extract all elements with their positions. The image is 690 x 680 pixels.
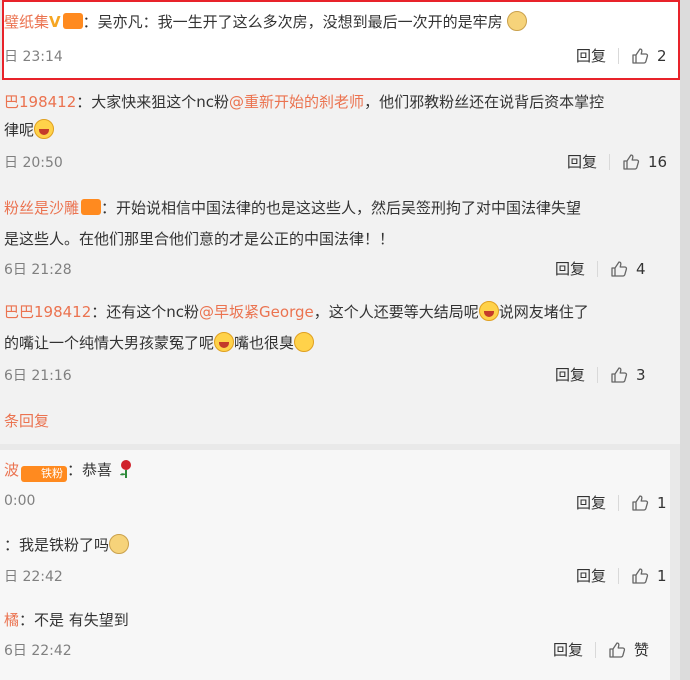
iron-fan-badge: 铁粉 [21, 466, 68, 482]
comment-line: 璧纸集V ：吴亦凡：我一生开了这么多次房，没想到最后一次开的是牢房 [4, 10, 528, 34]
like-thumb-icon[interactable] [608, 641, 626, 659]
mention-link[interactable]: @重新开始的刹老师 [229, 93, 364, 111]
username[interactable]: 波 [4, 461, 19, 479]
comment-text: 开始说相信中国法律的也是这这些人，然后吴签刑拘了对中国法律失望 [116, 199, 582, 217]
reply-actions: 回复 1 [576, 565, 667, 586]
comment-line: 巴198412：大家快来狙这个nc粉@重新开始的刹老师，他们邪教粉丝还在说背后资… [4, 93, 605, 111]
reply-time: 日 22:42 [4, 569, 63, 585]
reply-line: ：我是铁粉了吗 [4, 533, 130, 557]
reply-button[interactable]: 回复 [576, 565, 606, 586]
comment-time: 日 20:50 [4, 155, 63, 171]
like-thumb-icon[interactable] [622, 153, 640, 171]
fan-badge-icon [62, 13, 83, 29]
dog-face-emoji-icon [507, 11, 528, 31]
vip-icon: V [49, 13, 61, 31]
like-thumb-icon[interactable] [610, 260, 628, 278]
reply-text: 恭喜 [82, 461, 113, 479]
laughing-emoji-icon [478, 301, 499, 321]
like-count: 4 [636, 259, 646, 278]
reply-text: 不是 有失望到 [34, 611, 129, 629]
laughing-emoji-icon [214, 332, 235, 352]
comment-line-2: 是这些人。在他们那里合他们意的才是公正的中国法律！！ [4, 230, 395, 248]
mention-link[interactable]: @早坂紧George [199, 303, 314, 321]
username[interactable]: 橘 [4, 611, 19, 629]
username[interactable]: 巴巴198412 [4, 303, 91, 321]
reply-actions: 回复 赞 [553, 639, 649, 660]
like-count: 1 [657, 566, 667, 585]
reply-time: 0:00 [4, 493, 36, 509]
reply-text: 我是铁粉了吗 [19, 536, 110, 554]
more-replies-row [0, 400, 690, 444]
reply-button[interactable]: 回复 [555, 258, 585, 279]
reply-line: 橘：不是 有失望到 [4, 611, 129, 629]
comment-actions: 回复 3 [555, 364, 646, 385]
reply-actions: 回复 1 [576, 492, 667, 513]
comment-line: 粉丝是沙雕 ：开始说相信中国法律的也是这这些人，然后吴签刑拘了对中国法律失望 [4, 199, 582, 217]
reply-button[interactable]: 回复 [576, 492, 606, 513]
like-count: 1 [657, 493, 667, 512]
username[interactable]: 粉丝是沙雕 [4, 199, 79, 217]
comment-text: 吴亦凡：我一生开了这么多次房，没想到最后一次开的是牢房 [97, 13, 503, 31]
like-count: 16 [648, 152, 668, 171]
reply-button[interactable]: 回复 [576, 45, 606, 66]
rose-emoji-icon [119, 460, 131, 478]
comment-line: 巴巴198412：还有这个nc粉@早坂紧George，这个人还要等大结局呢 说网友… [4, 301, 589, 321]
reply-time: 6日 22:42 [4, 643, 72, 659]
reply-line: 波铁粉 ：恭喜 [4, 458, 135, 482]
comment-text: 大家快来狙这个nc粉 [91, 93, 230, 111]
comment-time: 6日 21:16 [4, 368, 72, 384]
like-thumb-icon[interactable] [610, 366, 628, 384]
reply-button[interactable]: 回复 [567, 151, 597, 172]
username[interactable]: 巴198412 [4, 93, 76, 111]
like-count: 3 [636, 365, 646, 384]
reply-button[interactable]: 回复 [555, 364, 585, 385]
like-count: 2 [657, 46, 667, 65]
more-replies-link[interactable]: 条回复 [4, 410, 49, 431]
dog-face-emoji-icon [109, 534, 130, 554]
comment-text: 还有这个nc粉 [106, 303, 200, 321]
comment-time: 6日 21:28 [4, 262, 72, 278]
like-thumb-icon[interactable] [631, 494, 649, 512]
like-thumb-icon[interactable] [631, 47, 649, 65]
reply-button[interactable]: 回复 [553, 639, 583, 660]
scared-face-emoji-icon [294, 332, 315, 352]
fan-badge-icon [81, 199, 102, 215]
like-thumb-icon[interactable] [631, 567, 649, 585]
like-label: 赞 [634, 641, 650, 659]
comment-actions: 回复 16 [567, 151, 667, 172]
comment-line-2: 律呢 [4, 118, 55, 142]
laughing-emoji-icon [34, 119, 55, 139]
username[interactable]: 璧纸集 [4, 13, 49, 31]
comment-actions: 回复 4 [555, 258, 646, 279]
comment-actions: 回复 2 [576, 45, 667, 66]
comment-time: 日 23:14 [4, 49, 63, 65]
comment-line-2: 的嘴让一个纯情大男孩蒙冤了呢 嘴也很臭 [4, 331, 315, 355]
scrollbar-track[interactable] [680, 0, 690, 680]
